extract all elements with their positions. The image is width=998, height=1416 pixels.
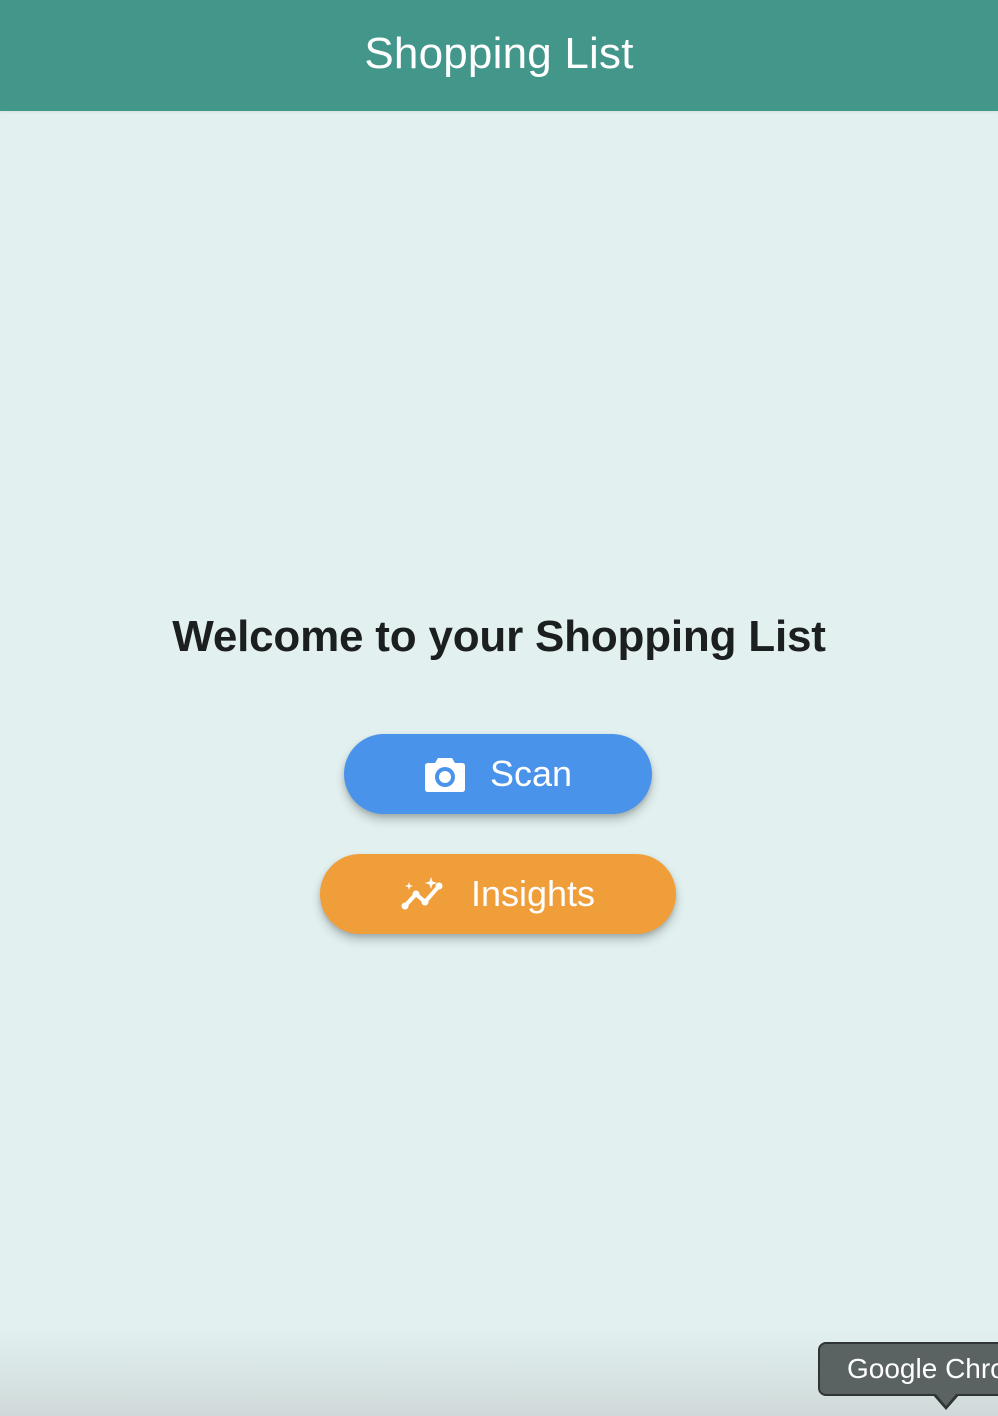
insights-button-label: Insights (470, 873, 596, 914)
app-bar-title: Shopping List (364, 28, 634, 78)
camera-icon (424, 755, 466, 793)
tooltip: Google Chrome (818, 1342, 998, 1396)
insights-button[interactable]: Insights (320, 854, 676, 934)
tooltip-text: Google Chrome (847, 1353, 998, 1384)
app-page: Shopping List Welcome to your Shopping L… (0, 0, 998, 1416)
tooltip-arrow-fill (935, 1393, 957, 1406)
scan-button-label: Scan (489, 753, 573, 794)
app-bar: Shopping List (0, 0, 998, 111)
welcome-heading: Welcome to your Shopping List (172, 612, 826, 661)
scan-button[interactable]: Scan (344, 734, 652, 814)
insights-icon (401, 876, 447, 912)
